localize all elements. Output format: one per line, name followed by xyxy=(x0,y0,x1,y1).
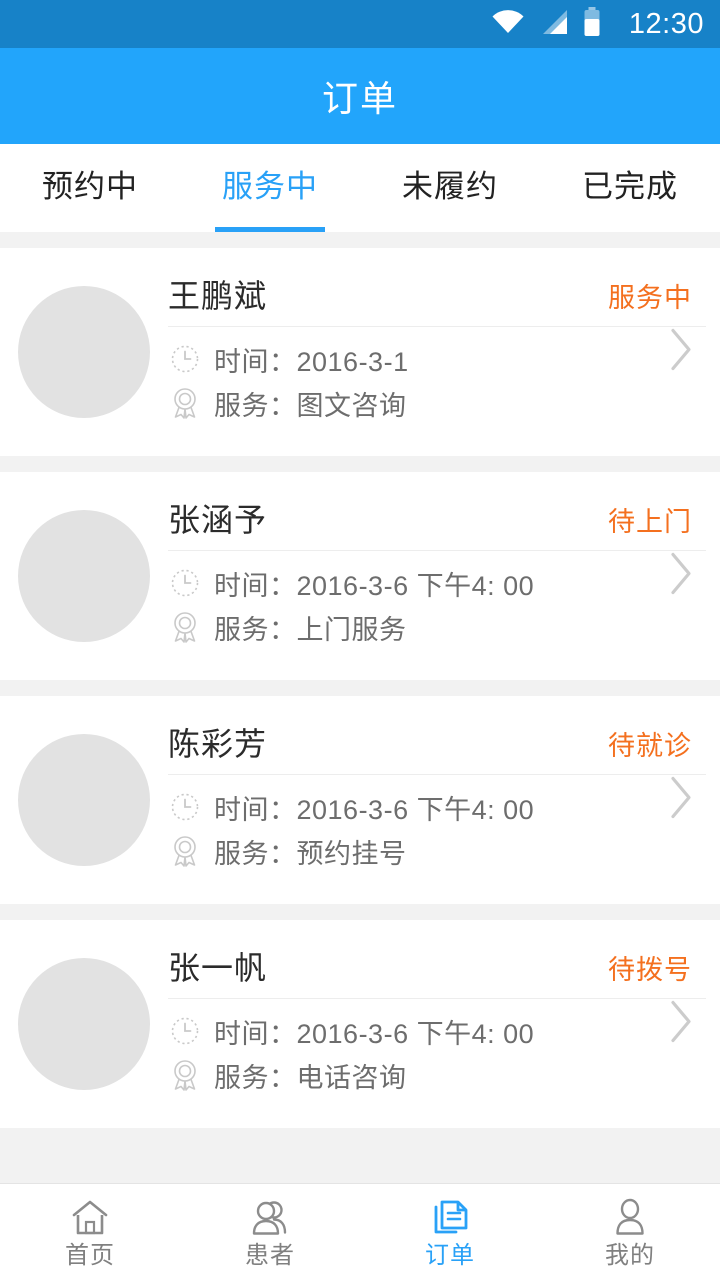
patient-name: 张一帆 xyxy=(168,949,268,986)
status-bar-icons: 12:30 xyxy=(491,6,704,42)
battery-icon xyxy=(583,6,601,42)
nav-item-profile[interactable]: 我的 xyxy=(540,1184,720,1280)
status-bar: 12:30 xyxy=(0,0,720,48)
tab-label: 已完成 xyxy=(582,168,678,204)
avatar xyxy=(18,958,150,1090)
medal-icon xyxy=(168,834,202,868)
order-card[interactable]: 张涵予 待上门 时间：2016-3-6 下午4: 00 服务：上门服务 xyxy=(0,472,720,680)
tab-in-service[interactable]: 服务中 xyxy=(180,144,360,232)
list-spacer xyxy=(0,232,720,248)
order-card-details: 时间：2016-3-1 服务：图文咨询 xyxy=(168,327,706,425)
order-card-body: 张一帆 待拨号 时间：2016-3-6 下午4: 00 服务：电话咨询 xyxy=(168,948,720,1100)
clock-icon xyxy=(168,1014,202,1048)
app-header: 订单 xyxy=(0,48,720,144)
order-service-row: 服务：上门服务 xyxy=(168,605,706,649)
tab-unfulfilled[interactable]: 未履约 xyxy=(360,144,540,232)
orders-document-icon xyxy=(428,1196,472,1240)
order-time-text: 时间：2016-3-1 xyxy=(214,346,409,377)
chevron-right-icon[interactable] xyxy=(668,999,694,1050)
status-badge: 待就诊 xyxy=(608,730,692,761)
medal-icon xyxy=(168,386,202,420)
status-badge: 服务中 xyxy=(608,282,692,313)
cellular-signal-icon xyxy=(539,9,569,40)
patient-name: 陈彩芳 xyxy=(168,725,268,762)
order-time-text: 时间：2016-3-6 下午4: 00 xyxy=(214,570,535,601)
order-service-text: 服务：上门服务 xyxy=(214,614,407,645)
order-service-text: 服务：图文咨询 xyxy=(214,390,407,421)
tab-label: 服务中 xyxy=(222,168,318,204)
medal-icon xyxy=(168,610,202,644)
order-time-row: 时间：2016-3-1 xyxy=(168,337,706,381)
chevron-right-icon[interactable] xyxy=(668,327,694,378)
patient-name: 王鹏斌 xyxy=(168,277,268,314)
order-card-details: 时间：2016-3-6 下午4: 00 服务：电话咨询 xyxy=(168,999,706,1097)
avatar xyxy=(18,286,150,418)
order-service-text: 服务：预约挂号 xyxy=(214,838,407,869)
nav-item-orders[interactable]: 订单 xyxy=(360,1184,540,1280)
profile-person-icon xyxy=(608,1196,652,1240)
order-service-row: 服务：预约挂号 xyxy=(168,829,706,873)
tab-reserving[interactable]: 预约中 xyxy=(0,144,180,232)
order-time-text: 时间：2016-3-6 下午4: 00 xyxy=(214,1018,535,1049)
nav-label: 订单 xyxy=(425,1242,475,1269)
tab-label: 预约中 xyxy=(42,168,138,204)
tab-bar: 预约中 服务中 未履约 已完成 xyxy=(0,144,720,232)
order-card-header: 陈彩芳 待就诊 xyxy=(168,725,706,776)
order-card-header: 张涵予 待上门 xyxy=(168,501,706,552)
clock-icon xyxy=(168,790,202,824)
order-card-body: 王鹏斌 服务中 时间：2016-3-1 服务：图文咨询 xyxy=(168,276,720,428)
chevron-right-icon[interactable] xyxy=(668,551,694,602)
nav-label: 患者 xyxy=(245,1242,295,1269)
order-time-text: 时间：2016-3-6 下午4: 00 xyxy=(214,794,535,825)
order-service-row: 服务：图文咨询 xyxy=(168,381,706,425)
clock-icon xyxy=(168,566,202,600)
order-card[interactable]: 陈彩芳 待就诊 时间：2016-3-6 下午4: 00 服务：预约挂号 xyxy=(0,696,720,904)
status-badge: 待上门 xyxy=(608,506,692,537)
order-service-text: 服务：电话咨询 xyxy=(214,1062,407,1093)
order-time-row: 时间：2016-3-6 下午4: 00 xyxy=(168,561,706,605)
order-card[interactable]: 王鹏斌 服务中 时间：2016-3-1 服务：图文咨询 xyxy=(0,248,720,456)
medal-icon xyxy=(168,1058,202,1092)
order-card-details: 时间：2016-3-6 下午4: 00 服务：上门服务 xyxy=(168,551,706,649)
patient-name: 张涵予 xyxy=(168,501,268,538)
order-list-screen: 12:30 订单 预约中 服务中 未履约 已完成 王鹏斌 服务中 时间：2016… xyxy=(0,0,720,1280)
page-title: 订单 xyxy=(321,78,398,119)
status-bar-clock: 12:30 xyxy=(628,7,704,40)
nav-item-patients[interactable]: 患者 xyxy=(180,1184,360,1280)
list-spacer xyxy=(0,680,720,696)
list-spacer xyxy=(0,904,720,920)
order-card-body: 张涵予 待上门 时间：2016-3-6 下午4: 00 服务：上门服务 xyxy=(168,500,720,652)
status-badge: 待拨号 xyxy=(608,954,692,985)
bottom-navigation: 首页 患者 订单 我的 xyxy=(0,1183,720,1280)
tab-completed[interactable]: 已完成 xyxy=(540,144,720,232)
order-card-header: 王鹏斌 服务中 xyxy=(168,277,706,328)
order-card-body: 陈彩芳 待就诊 时间：2016-3-6 下午4: 00 服务：预约挂号 xyxy=(168,724,720,876)
nav-item-home[interactable]: 首页 xyxy=(0,1184,180,1280)
avatar xyxy=(18,510,150,642)
order-card-details: 时间：2016-3-6 下午4: 00 服务：预约挂号 xyxy=(168,775,706,873)
wifi-icon xyxy=(491,9,525,40)
tab-label: 未履约 xyxy=(402,168,498,204)
avatar xyxy=(18,734,150,866)
nav-label: 首页 xyxy=(65,1242,115,1269)
order-list[interactable]: 王鹏斌 服务中 时间：2016-3-1 服务：图文咨询 张涵予 待上门 时间：2… xyxy=(0,232,720,1183)
nav-label: 我的 xyxy=(605,1242,655,1269)
order-card[interactable]: 张一帆 待拨号 时间：2016-3-6 下午4: 00 服务：电话咨询 xyxy=(0,920,720,1128)
patients-icon xyxy=(248,1196,292,1240)
order-card-header: 张一帆 待拨号 xyxy=(168,949,706,1000)
home-icon xyxy=(68,1196,112,1240)
chevron-right-icon[interactable] xyxy=(668,775,694,826)
order-time-row: 时间：2016-3-6 下午4: 00 xyxy=(168,1009,706,1053)
order-time-row: 时间：2016-3-6 下午4: 00 xyxy=(168,785,706,829)
order-service-row: 服务：电话咨询 xyxy=(168,1053,706,1097)
clock-icon xyxy=(168,342,202,376)
list-spacer xyxy=(0,456,720,472)
